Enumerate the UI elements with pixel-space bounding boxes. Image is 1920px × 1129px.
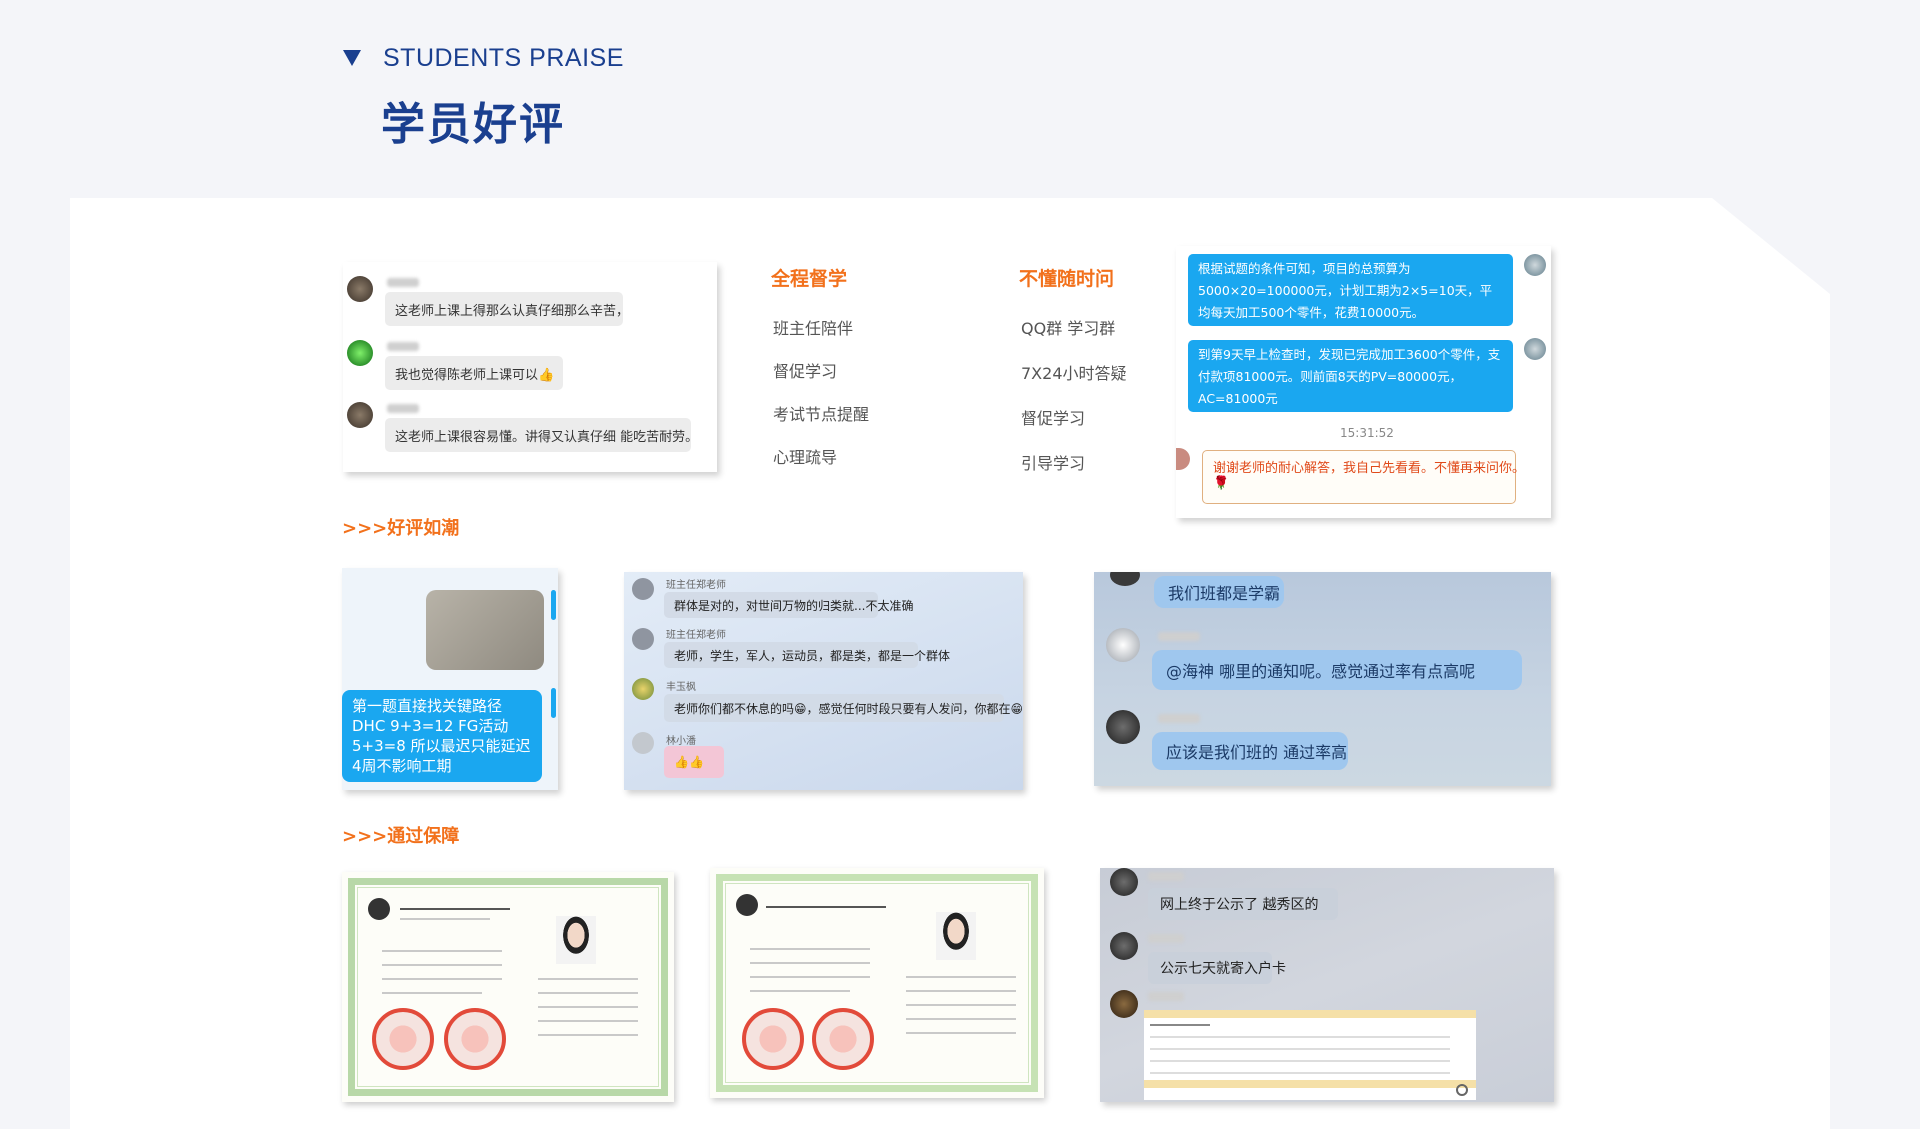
chat-bubble: 根据试题的条件可知，项目的总预算为5000×20=100000元，计划工期为2×… [1188, 254, 1513, 326]
avatar [1524, 254, 1546, 276]
chat-bubble: 这老师上课很容易懂。讲得又认真仔细 能吃苦耐劳。 [385, 418, 698, 452]
avatar [1110, 868, 1138, 896]
chat-timestamp: 15:31:52 [1340, 426, 1394, 440]
search-icon[interactable] [1456, 1084, 1468, 1096]
avatar [1106, 628, 1140, 662]
avatar [347, 402, 373, 428]
feature-item: 督促学习 [773, 362, 838, 381]
chat-bubble: 应该是我们班的 通过率高 [1152, 732, 1348, 770]
review-screenshot-3: 我们班都是学霸 @海神 哪里的通知呢。感觉通过率有点高呢 应该是我们班的 通过率… [1094, 572, 1551, 786]
red-seal-icon [812, 1008, 874, 1070]
feature-item: 心理疏导 [773, 448, 838, 467]
avatar [1110, 932, 1138, 960]
section-title-en: STUDENTS PRAISE [383, 44, 624, 72]
feature-item: 班主任陪伴 [773, 319, 854, 338]
handwritten-notes-image [426, 590, 544, 670]
red-seal-icon [742, 1008, 804, 1070]
scrollbar[interactable] [551, 590, 556, 620]
chat-bubble: 到第9天早上检查时，发现已完成加工3600个零件，支付款项81000元。则前面8… [1188, 340, 1513, 412]
chat-bubble: 第一题直接找关键路径 DHC 9+3=12 FG活动 5+3=8 所以最迟只能延… [342, 690, 542, 782]
chat-bubble: 我也觉得陈老师上课可以👍 [385, 356, 563, 390]
certificate-image [342, 872, 674, 1102]
review-screenshot-2: 班主任郑老师 群体是对的，对世间万物的归类就...不太准确 班主任郑老师 老师，… [624, 572, 1023, 790]
emblem-icon [368, 898, 390, 920]
avatar [632, 732, 654, 754]
avatar [632, 678, 654, 700]
avatar [1524, 338, 1546, 360]
chat-bubble: 群体是对的，对世间万物的归类就...不太准确 [664, 592, 913, 618]
chat-bubble: 老师，学生，军人，运动员，都是类，都是一个群体 [664, 642, 950, 668]
red-seal-icon [444, 1008, 506, 1070]
avatar [347, 340, 373, 366]
chat-bubble: 网上终于公示了 越秀区的 [1148, 888, 1338, 920]
feature-title-supervision: 全程督学 [771, 268, 848, 290]
section-title-cn: 学员好评 [381, 99, 565, 150]
chat-screenshot-answer: 根据试题的条件可知，项目的总预算为5000×20=100000元，计划工期为2×… [1176, 246, 1551, 518]
chat-screenshot-praise: 这老师上课上得那么认真仔细那么辛苦， 我也觉得陈老师上课可以👍 这老师上课很容易… [343, 262, 717, 472]
chat-bubble: @海神 哪里的通知呢。感觉通过率有点高呢 [1152, 650, 1522, 690]
feature-item: 考试节点提醒 [773, 405, 870, 424]
red-seal-icon [372, 1008, 434, 1070]
rose-icon: 🌹 [1213, 476, 1230, 491]
document-screenshot [1144, 1010, 1476, 1100]
review-screenshot-1: 第一题直接找关键路径 DHC 9+3=12 FG活动 5+3=8 所以最迟只能延… [342, 568, 558, 790]
chat-bubble-reply: 谢谢老师的耐心解答，我自己先看看。不懂再来问你。 🌹 [1202, 450, 1525, 504]
avatar [632, 628, 654, 650]
avatar [1106, 710, 1140, 744]
emblem-icon [736, 894, 758, 916]
chat-bubble: 公示七天就寄入户卡 [1148, 952, 1286, 984]
section-label-pass: >>>通过保障 [342, 826, 460, 847]
chat-bubble: 老师你们都不休息的吗😁，感觉任何时段只要有人发问，你都在😁 [664, 694, 1023, 722]
chat-bubble: 我们班都是学霸 [1154, 576, 1284, 608]
chat-bubble: 👍👍 [664, 746, 724, 778]
feature-title-ask-anytime: 不懂随时问 [1019, 268, 1115, 290]
triangle-down-icon [343, 50, 361, 66]
certificate-image [710, 868, 1044, 1098]
section-label-reviews: >>>好评如潮 [342, 518, 460, 539]
feature-item: 7X24小时答疑 [1021, 364, 1127, 383]
avatar [1110, 572, 1140, 586]
avatar [1110, 990, 1138, 1018]
avatar [1176, 448, 1190, 470]
person-photo [936, 912, 976, 960]
feature-item: 引导学习 [1021, 454, 1086, 473]
feature-item: 督促学习 [1021, 409, 1086, 428]
person-photo [556, 916, 596, 964]
avatar [347, 276, 373, 302]
chat-bubble: 这老师上课上得那么认真仔细那么辛苦， [385, 292, 629, 326]
pass-screenshot: 网上终于公示了 越秀区的 公示七天就寄入户卡 [1100, 868, 1554, 1102]
feature-item: QQ群 学习群 [1021, 319, 1116, 338]
scrollbar[interactable] [551, 688, 556, 718]
avatar [632, 578, 654, 600]
